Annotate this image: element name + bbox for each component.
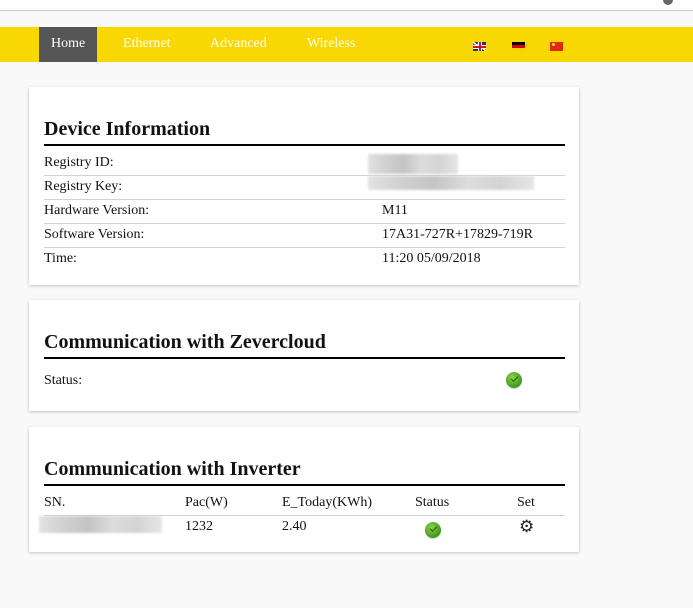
zevercloud-title: Communication with Zevercloud [44, 331, 326, 353]
top-navbar: Home Ethernet Advanced Wireless [0, 27, 693, 62]
info-label: Registry Key: [44, 179, 123, 194]
zevercloud-card: Communication with Zevercloud Status: [29, 300, 579, 411]
inverter-title: Communication with Inverter [44, 458, 301, 480]
info-label: Hardware Version: [44, 203, 150, 218]
redacted-registry-id [368, 154, 458, 174]
check-ok-icon [425, 522, 441, 538]
info-value: 11:20 05/09/2018 [382, 251, 481, 266]
device-info-title: Device Information [44, 118, 211, 140]
nav-home[interactable]: Home [39, 27, 98, 62]
info-label: Software Version: [44, 227, 145, 242]
section-divider [44, 144, 565, 146]
browser-chrome [0, 0, 693, 11]
column-header-pac: Pac(W) [185, 495, 228, 510]
china-flag-icon[interactable] [550, 42, 563, 51]
column-header-sn: SN. [44, 495, 66, 510]
section-divider [44, 484, 565, 486]
germany-flag-icon[interactable] [512, 42, 525, 51]
status-label: Status: [44, 373, 83, 388]
browser-menu-icon[interactable] [663, 0, 673, 5]
nav-wireless[interactable]: Wireless [295, 27, 367, 62]
info-row-time: Time: 11:20 05/09/2018 [44, 248, 565, 272]
nav-advanced[interactable]: Advanced [198, 27, 279, 62]
uk-flag-icon[interactable] [473, 42, 486, 51]
column-header-status: Status [415, 495, 450, 510]
redacted-registry-key [368, 176, 534, 190]
zevercloud-status-row: Status: [44, 370, 565, 394]
info-label: Registry ID: [44, 155, 114, 170]
info-value: 17A31-727R+17829-719R [382, 227, 534, 242]
redacted-serial-number [39, 516, 162, 533]
nav-ethernet[interactable]: Ethernet [111, 27, 182, 62]
column-header-e-today: E_Today(KWh) [282, 495, 372, 510]
e-today-value: 2.40 [282, 519, 307, 534]
device-info-card: Device Information Registry ID: Registry… [29, 87, 579, 285]
column-header-set: Set [517, 495, 535, 510]
info-row-software-version: Software Version: 17A31-727R+17829-719R [44, 224, 565, 248]
info-row-registry-key: Registry Key: [44, 176, 565, 200]
info-value: M11 [382, 203, 408, 218]
inverter-card: Communication with Inverter SN. Pac(W) E… [29, 427, 579, 552]
section-divider [44, 357, 565, 359]
check-ok-icon [506, 372, 522, 388]
pac-value: 1232 [185, 519, 213, 534]
info-label: Time: [44, 251, 77, 266]
gear-icon[interactable]: ⚙ [519, 519, 534, 536]
info-row-hardware-version: Hardware Version: M11 [44, 200, 565, 224]
info-row-registry-id: Registry ID: [44, 152, 565, 176]
